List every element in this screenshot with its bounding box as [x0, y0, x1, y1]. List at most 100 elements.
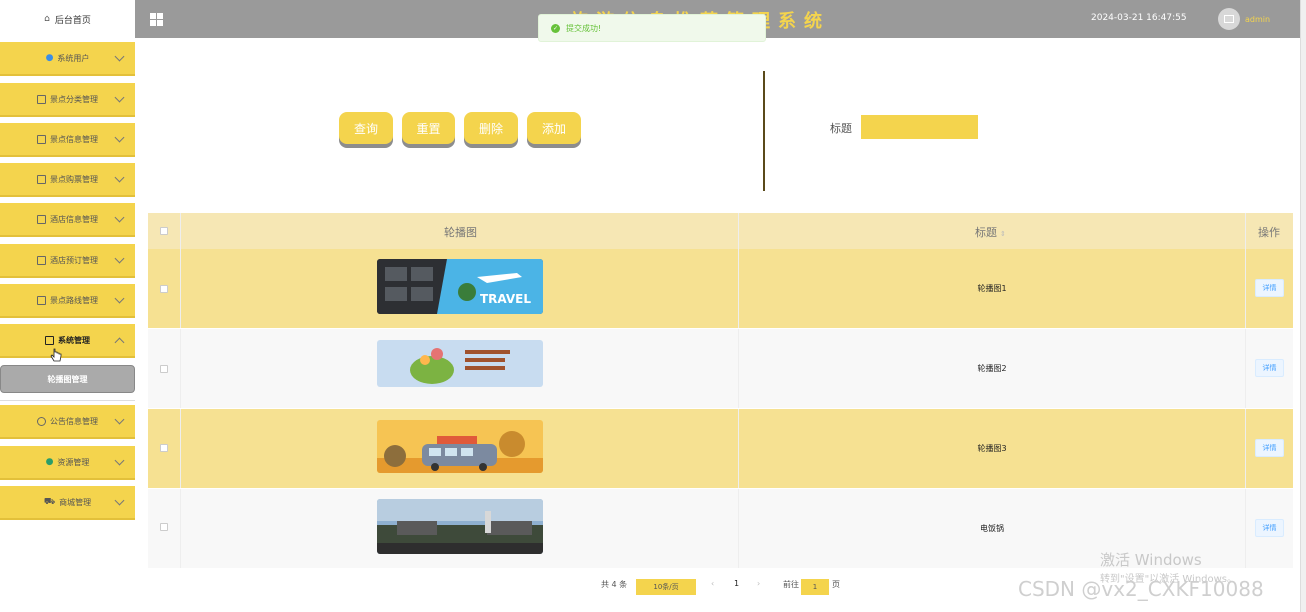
toast-message: 提交成功! — [566, 23, 602, 33]
chevron-down-icon — [114, 92, 125, 103]
picture-icon — [45, 335, 54, 345]
username[interactable]: admin — [1245, 15, 1270, 24]
table-row: TRAVEL 轮播图1 详情 — [148, 249, 1293, 328]
check-circle-icon: ✓ — [551, 23, 560, 33]
row-checkbox[interactable] — [160, 444, 168, 452]
sidebar-home[interactable]: ⌂ 后台首页 — [0, 0, 135, 38]
column-separator — [738, 489, 739, 568]
sidebar-item-system[interactable]: 系统管理 — [0, 324, 135, 358]
row-checkbox[interactable] — [160, 523, 168, 531]
doc-icon — [37, 295, 46, 305]
sidebar-item-label: 资源管理 — [57, 457, 90, 467]
sidebar-item-route[interactable]: 景点路线管理 — [0, 284, 135, 318]
sidebar-item-shop[interactable]: ⛟ 商城管理 — [0, 486, 135, 520]
carousel-image — [377, 340, 543, 387]
row-title: 轮播图3 — [977, 444, 1007, 453]
sidebar-item-users[interactable]: ● 系统用户 — [0, 42, 135, 76]
detail-button[interactable]: 详情 — [1255, 439, 1284, 457]
add-button[interactable]: 添加 — [527, 112, 581, 144]
column-separator — [1245, 249, 1246, 328]
sidebar-item-hotel-info[interactable]: 酒店信息管理 — [0, 203, 135, 237]
table-row: 轮播图3 详情 — [148, 409, 1293, 488]
svg-text:TRAVEL: TRAVEL — [480, 292, 531, 306]
location-icon: ● — [45, 457, 54, 467]
sidebar-item-label: 景点分类管理 — [50, 94, 98, 104]
cart-icon: ⛟ — [43, 496, 56, 507]
sidebar-home-label: 后台首页 — [54, 15, 91, 26]
sidebar-item-scenic-category[interactable]: 景点分类管理 — [0, 83, 135, 117]
detail-button[interactable]: 详情 — [1255, 359, 1284, 377]
sidebar-subitem-carousel[interactable]: 轮播图管理 — [0, 365, 135, 393]
avatar[interactable] — [1218, 8, 1240, 30]
row-check-cell — [148, 329, 181, 408]
doc-icon — [37, 214, 46, 224]
scrollbar[interactable] — [1300, 0, 1306, 612]
sidebar-item-resources[interactable]: ● 资源管理 — [0, 446, 135, 480]
chevron-down-icon — [114, 414, 125, 425]
sidebar-item-notice[interactable]: 公告信息管理 — [0, 405, 135, 439]
column-separator — [1245, 409, 1246, 488]
carousel-image: TRAVEL — [377, 259, 543, 314]
header-check-cell — [148, 213, 181, 249]
sidebar-item-ticket[interactable]: 景点购票管理 — [0, 163, 135, 197]
chevron-down-icon — [114, 132, 125, 143]
chevron-down-icon — [114, 172, 125, 183]
chevron-up-icon — [114, 337, 125, 348]
header-title-label: 标题 — [975, 226, 997, 239]
header-image: 轮播图 — [444, 226, 477, 239]
row-title: 轮播图2 — [977, 364, 1007, 373]
chevron-down-icon — [114, 455, 125, 466]
menu-grid-icon[interactable] — [150, 13, 163, 26]
pagination-total: 共 4 条 — [601, 580, 628, 589]
table-header: 轮播图 标题 ⇕ 操作 — [148, 213, 1293, 249]
row-check-cell — [148, 249, 181, 328]
page-number[interactable]: 1 — [734, 579, 739, 588]
chevron-down-icon — [114, 51, 125, 62]
row-title: 电饭锅 — [980, 524, 1004, 533]
csdn-watermark: CSDN @vx2_CXKF10088 — [1018, 577, 1264, 601]
sidebar-item-label: 系统用户 — [57, 53, 90, 63]
sidebar-item-label: 景点购票管理 — [50, 174, 98, 184]
image-icon — [1224, 15, 1234, 23]
sidebar-item-hotel-booking[interactable]: 酒店预订管理 — [0, 244, 135, 278]
row-checkbox[interactable] — [160, 365, 168, 373]
detail-button[interactable]: 详情 — [1255, 519, 1284, 537]
windows-activation-title: 激活 Windows — [1100, 551, 1202, 569]
title-filter-input[interactable] — [861, 115, 978, 139]
sidebar-item-label: 景点路线管理 — [50, 295, 98, 305]
search-button[interactable]: 查询 — [339, 112, 393, 144]
column-separator — [1245, 329, 1246, 408]
doc-icon — [37, 255, 46, 265]
prev-page-button[interactable]: ‹ — [711, 579, 714, 588]
sidebar-item-label: 景点信息管理 — [50, 134, 98, 144]
header-title-sort[interactable]: 标题 ⇕ — [975, 224, 1006, 240]
page-size-select[interactable]: 10条/页 — [636, 579, 696, 595]
row-check-cell — [148, 409, 181, 488]
row-title: 轮播图1 — [977, 284, 1007, 293]
column-separator — [738, 409, 739, 488]
goto-page-input[interactable]: 1 — [801, 579, 829, 595]
home-icon: ⌂ — [44, 14, 50, 24]
detail-button[interactable]: 详情 — [1255, 279, 1284, 297]
delete-button[interactable]: 删除 — [464, 112, 518, 144]
vertical-divider — [763, 71, 765, 191]
row-checkbox[interactable] — [160, 285, 168, 293]
table-row: 轮播图2 详情 — [148, 329, 1293, 408]
sort-icon[interactable]: ⇕ — [1000, 230, 1006, 238]
sidebar-item-scenic-info[interactable]: 景点信息管理 — [0, 123, 135, 157]
next-page-button[interactable]: › — [757, 579, 760, 588]
row-check-cell — [148, 489, 181, 568]
doc-icon — [37, 94, 46, 104]
sidebar-item-label: 商城管理 — [59, 497, 92, 507]
reset-button[interactable]: 重置 — [402, 112, 455, 144]
page-suffix: 页 — [832, 580, 840, 589]
doc-icon — [37, 134, 46, 144]
chevron-down-icon — [114, 495, 125, 506]
user-icon: ● — [45, 53, 54, 63]
sidebar-item-label: 酒店信息管理 — [50, 214, 98, 224]
title-filter-label: 标题 — [830, 122, 852, 135]
sidebar-item-label: 公告信息管理 — [50, 416, 98, 426]
select-all-checkbox[interactable] — [160, 227, 168, 235]
sidebar-divider — [0, 400, 135, 401]
sidebar-item-label: 系统管理 — [58, 335, 90, 345]
